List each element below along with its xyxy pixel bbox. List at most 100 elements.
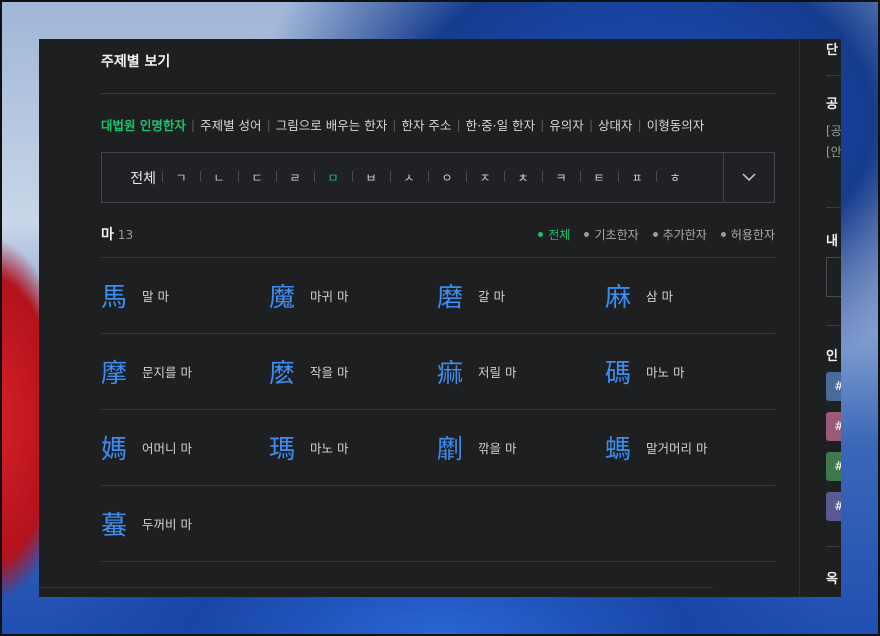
consonant-tab[interactable]: ㅎ — [656, 169, 694, 186]
link-separator: | — [190, 117, 196, 132]
hanja-character[interactable]: 媽 — [101, 429, 142, 466]
consonant-tab[interactable]: ㄴ — [200, 169, 238, 186]
hanja-character[interactable]: 魔 — [269, 277, 310, 314]
hanja-character[interactable]: 螞 — [605, 429, 646, 466]
topic-link[interactable]: 한자 주소 — [401, 115, 451, 134]
sidebar-search-box[interactable] — [826, 257, 841, 297]
hanja-reading[interactable]: 마노 마 — [646, 362, 684, 381]
consonant-tab[interactable]: ㅌ — [580, 169, 618, 186]
consonant-tab[interactable]: ㅊ — [504, 169, 542, 186]
topic-link[interactable]: 그림으로 배우는 한자 — [276, 115, 387, 134]
expand-consonants-button[interactable] — [723, 153, 774, 202]
hanja-reading[interactable]: 두꺼비 마 — [142, 514, 192, 533]
topic-link[interactable]: 유의자 — [549, 115, 584, 134]
hanja-reading[interactable]: 어머니 마 — [142, 438, 192, 457]
sidebar-link[interactable]: [안 — [826, 143, 841, 160]
hanja-character[interactable]: 碼 — [605, 353, 646, 390]
topic-links: 대법원 인명한자 | 주제별 성어 | 그림으로 배우는 한자 | 한자 주소 | 한·중·일 … — [101, 115, 704, 134]
consonant-all-button[interactable]: 전체 — [102, 168, 162, 188]
hanja-item[interactable]: 瑪 마노 마 — [269, 429, 437, 466]
hanja-reading[interactable]: 갈 마 — [478, 286, 505, 305]
link-separator: | — [266, 117, 271, 132]
hanja-item[interactable]: 蟇 두꺼비 마 — [101, 505, 269, 542]
topic-link[interactable]: 주제별 성어 — [200, 115, 261, 134]
hanja-reading[interactable]: 깎을 마 — [478, 438, 516, 457]
hanja-item[interactable]: 痲 저릴 마 — [437, 353, 605, 390]
hanja-character[interactable]: 蟇 — [101, 505, 142, 542]
consonant-tab[interactable]: ㅋ — [542, 169, 580, 186]
hanja-reading[interactable]: 문지를 마 — [142, 362, 192, 381]
section-title: 주제별 보기 — [101, 54, 171, 70]
filter-label: 추가한자 — [662, 228, 707, 242]
bullet-icon — [652, 232, 658, 237]
hanja-character[interactable]: 麽 — [269, 353, 310, 390]
hanja-reading[interactable]: 마노 마 — [310, 438, 348, 457]
hanja-reading[interactable]: 말 마 — [142, 286, 169, 305]
hanja-item[interactable]: 摩 문지를 마 — [101, 353, 269, 390]
divider — [101, 93, 775, 94]
hanja-reading[interactable]: 저릴 마 — [478, 362, 516, 381]
consonant-tab[interactable]: ㅍ — [618, 169, 656, 186]
topic-link[interactable]: 한·중·일 한자 — [466, 115, 535, 134]
category-filter[interactable]: 전체 — [538, 226, 570, 243]
consonant-tab[interactable]: ㅈ — [466, 169, 504, 186]
sidebar-heading: 단 — [826, 43, 838, 58]
hanja-character[interactable]: 麻 — [605, 277, 646, 314]
hanja-character[interactable]: 摩 — [101, 353, 142, 390]
hanja-reading[interactable]: 작을 마 — [310, 362, 348, 381]
dictionary-window: 주제별 보기 대법원 인명한자 | 주제별 성어 | 그림으로 배우는 한자 | 한자 주소… — [39, 39, 841, 597]
link-separator: | — [540, 117, 545, 132]
bullet-icon — [584, 232, 590, 237]
hanja-reading[interactable]: 말거머리 마 — [646, 438, 707, 457]
consonant-tab[interactable]: ㄷ — [238, 169, 276, 186]
category-filter[interactable]: 추가한자 — [652, 226, 707, 243]
filter-label: 허용한자 — [730, 228, 775, 242]
consonant-tab[interactable]: ㅅ — [390, 169, 428, 186]
sidebar-link[interactable]: [공 — [826, 122, 841, 139]
sidebar-heading: 내 — [826, 234, 838, 249]
sidebar-tag[interactable]: # — [826, 372, 841, 401]
chevron-down-icon — [742, 173, 756, 182]
sidebar-heading: 인 — [826, 349, 838, 364]
hanja-reading[interactable]: 마귀 마 — [310, 286, 348, 305]
hanja-reading[interactable]: 삼 마 — [646, 286, 673, 305]
hanja-item[interactable]: 馬말 마 — [101, 277, 269, 314]
consonant-tab[interactable]: ㅇ — [428, 169, 466, 186]
hanja-item[interactable]: 媽 어머니 마 — [101, 429, 269, 466]
hanja-item[interactable]: 魔 마귀 마 — [269, 277, 437, 314]
link-separator: | — [456, 117, 461, 132]
sidebar-tag[interactable]: # — [826, 492, 841, 521]
hanja-row: 媽 어머니 마 瑪 마노 마 劘 깎을 마 螞 말거머리 마 — [101, 409, 775, 485]
filter-label: 전체 — [548, 228, 571, 242]
hanja-character[interactable]: 痲 — [437, 353, 478, 390]
link-separator: | — [637, 117, 642, 132]
consonant-tab[interactable]: ㄹ — [276, 169, 314, 186]
hanja-item[interactable]: 螞 말거머리 마 — [605, 429, 773, 466]
hanja-character[interactable]: 磨 — [437, 277, 478, 314]
hanja-character[interactable]: 瑪 — [269, 429, 310, 466]
consonant-list: ㄱㄴㄷㄹㅁㅂㅅㅇㅈㅊㅋㅌㅍㅎ — [162, 169, 723, 186]
hanja-item[interactable]: 碼 마노 마 — [605, 353, 773, 390]
category-filter[interactable]: 기초한자 — [584, 226, 639, 243]
consonant-filter-bar: 전체 ㄱㄴㄷㄹㅁㅂㅅㅇㅈㅊㅋㅌㅍㅎ — [101, 152, 775, 203]
topic-link[interactable]: 이형동의자 — [647, 115, 705, 134]
group-count: 13 — [117, 228, 134, 242]
hanja-item[interactable]: 磨갈 마 — [437, 277, 605, 314]
consonant-tab[interactable]: ㅂ — [352, 169, 390, 186]
hanja-character[interactable]: 劘 — [437, 429, 478, 466]
category-filter[interactable]: 허용한자 — [720, 226, 775, 243]
topic-link[interactable]: 상대자 — [598, 115, 633, 134]
topic-link[interactable]: 대법원 인명한자 — [101, 115, 186, 134]
hanja-row: 蟇 두꺼비 마 — [101, 485, 775, 562]
hanja-grid: 馬말 마 魔 마귀 마磨갈 마麻삼 마 摩 문지를 마 麽 작을 마 痲 저릴 마 碼 마노 마媽어… — [101, 257, 775, 562]
hanja-item[interactable]: 麽 작을 마 — [269, 353, 437, 390]
sidebar-tag[interactable]: # — [826, 452, 841, 481]
hanja-item[interactable]: 麻삼 마 — [605, 277, 773, 314]
sidebar-tag[interactable]: # — [826, 412, 841, 441]
hanja-item[interactable]: 劘 깎을 마 — [437, 429, 605, 466]
sidebar-divider — [826, 207, 841, 208]
hanja-character[interactable]: 馬 — [101, 277, 142, 314]
consonant-tab[interactable]: ㄱ — [162, 169, 200, 186]
consonant-tab[interactable]: ㅁ — [314, 169, 352, 186]
link-separator: | — [392, 117, 397, 132]
